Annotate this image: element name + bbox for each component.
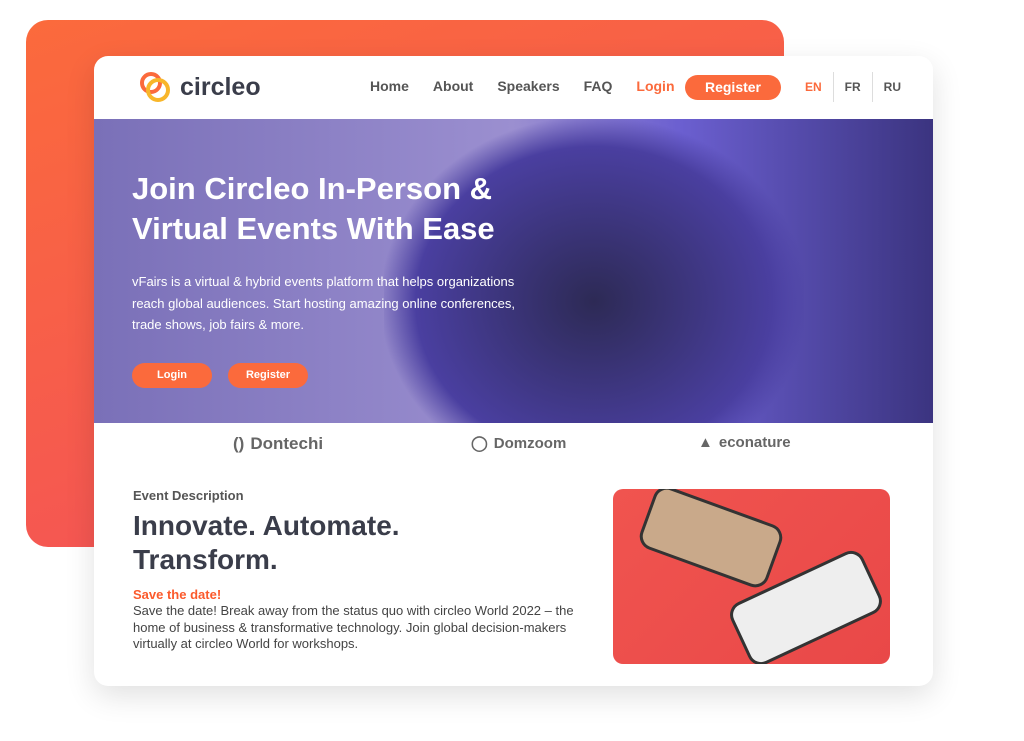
lang-fr[interactable]: FR xyxy=(832,72,872,102)
hero-title: Join Circleo In-Person & Virtual Events … xyxy=(132,171,495,246)
circleo-logo-icon xyxy=(140,72,170,102)
hero-register-button[interactable]: Register xyxy=(228,363,308,388)
partner-domzoom: ◯ Domzoom xyxy=(471,434,567,453)
event-text: Save the date! Break away from the statu… xyxy=(133,603,574,651)
econature-logo-icon: ▲ xyxy=(698,434,713,451)
register-button[interactable]: Register xyxy=(685,75,781,100)
logo[interactable]: circleo xyxy=(138,70,261,104)
nav-about[interactable]: About xyxy=(433,78,473,94)
website-mockup: circleo Home About Speakers FAQ Login Re… xyxy=(94,56,933,686)
partner-econature: ▲ econature xyxy=(698,434,791,451)
lang-en[interactable]: EN xyxy=(794,72,833,102)
save-date-heading: Save the date! xyxy=(133,587,222,602)
nav-login[interactable]: Login xyxy=(636,78,674,94)
nav-faq[interactable]: FAQ xyxy=(584,78,613,94)
dontechi-logo-icon: () xyxy=(233,434,245,453)
lang-ru[interactable]: RU xyxy=(871,72,912,102)
nav-speakers[interactable]: Speakers xyxy=(497,78,559,94)
partner-name: econature xyxy=(718,434,791,451)
section-label: Event Description xyxy=(133,488,244,503)
section-heading: Innovate. Automate. Transform. xyxy=(133,510,400,575)
nav-home[interactable]: Home xyxy=(370,78,409,94)
partner-name: Domzoom xyxy=(493,434,567,452)
event-description: Event Description Innovate. Automate. Tr… xyxy=(133,488,603,653)
hero-login-button[interactable]: Login xyxy=(132,363,212,388)
brand-name: circleo xyxy=(180,72,261,101)
navbar: circleo Home About Speakers FAQ Login Re… xyxy=(94,56,933,119)
phone-mockup xyxy=(635,489,787,592)
hero-text: vFairs is a virtual & hybrid events plat… xyxy=(132,274,516,332)
phones-image xyxy=(613,489,890,664)
partner-name: Dontechi xyxy=(250,434,324,453)
hero-banner: Join Circleo In-Person & Virtual Events … xyxy=(94,119,933,423)
partner-dontechi: () Dontechi xyxy=(233,434,323,454)
domzoom-logo-icon: ◯ xyxy=(471,435,488,452)
